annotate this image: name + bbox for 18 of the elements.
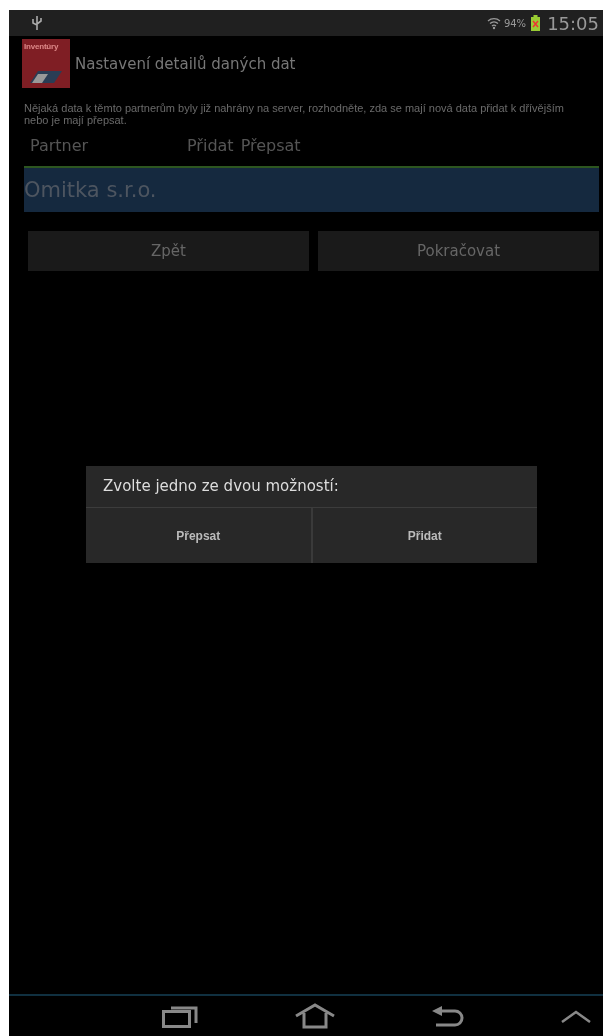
wifi-icon (486, 16, 501, 30)
screen-title: Nastavení detailů daných dat (75, 54, 296, 73)
back-icon[interactable] (431, 1005, 466, 1027)
recent-apps-icon[interactable] (162, 1004, 198, 1028)
clock: 15:05 (547, 12, 599, 34)
battery-icon (531, 15, 541, 31)
column-header: Přepsat (240, 136, 301, 157)
chevron-up-icon[interactable] (560, 1009, 591, 1023)
battery-percent: 94% (503, 17, 527, 29)
home-icon[interactable] (293, 1003, 336, 1029)
continue-button[interactable]: Pokračovat (318, 231, 599, 271)
column-header: Přidat (187, 136, 234, 157)
partner-row[interactable]: Omitka s.r.o. (24, 166, 599, 212)
usb-icon (31, 15, 43, 31)
app-icon-label: Inventúry (24, 42, 60, 51)
info-message: Nějaká data k těmto partnerům byly již nahrány na server, rozhodněte, zda se mají nová data přidat k dřívějším nebo je mají přepsat. (24, 102, 565, 126)
back-button[interactable]: Zpět (28, 231, 309, 271)
column-header: Partner (30, 136, 90, 157)
